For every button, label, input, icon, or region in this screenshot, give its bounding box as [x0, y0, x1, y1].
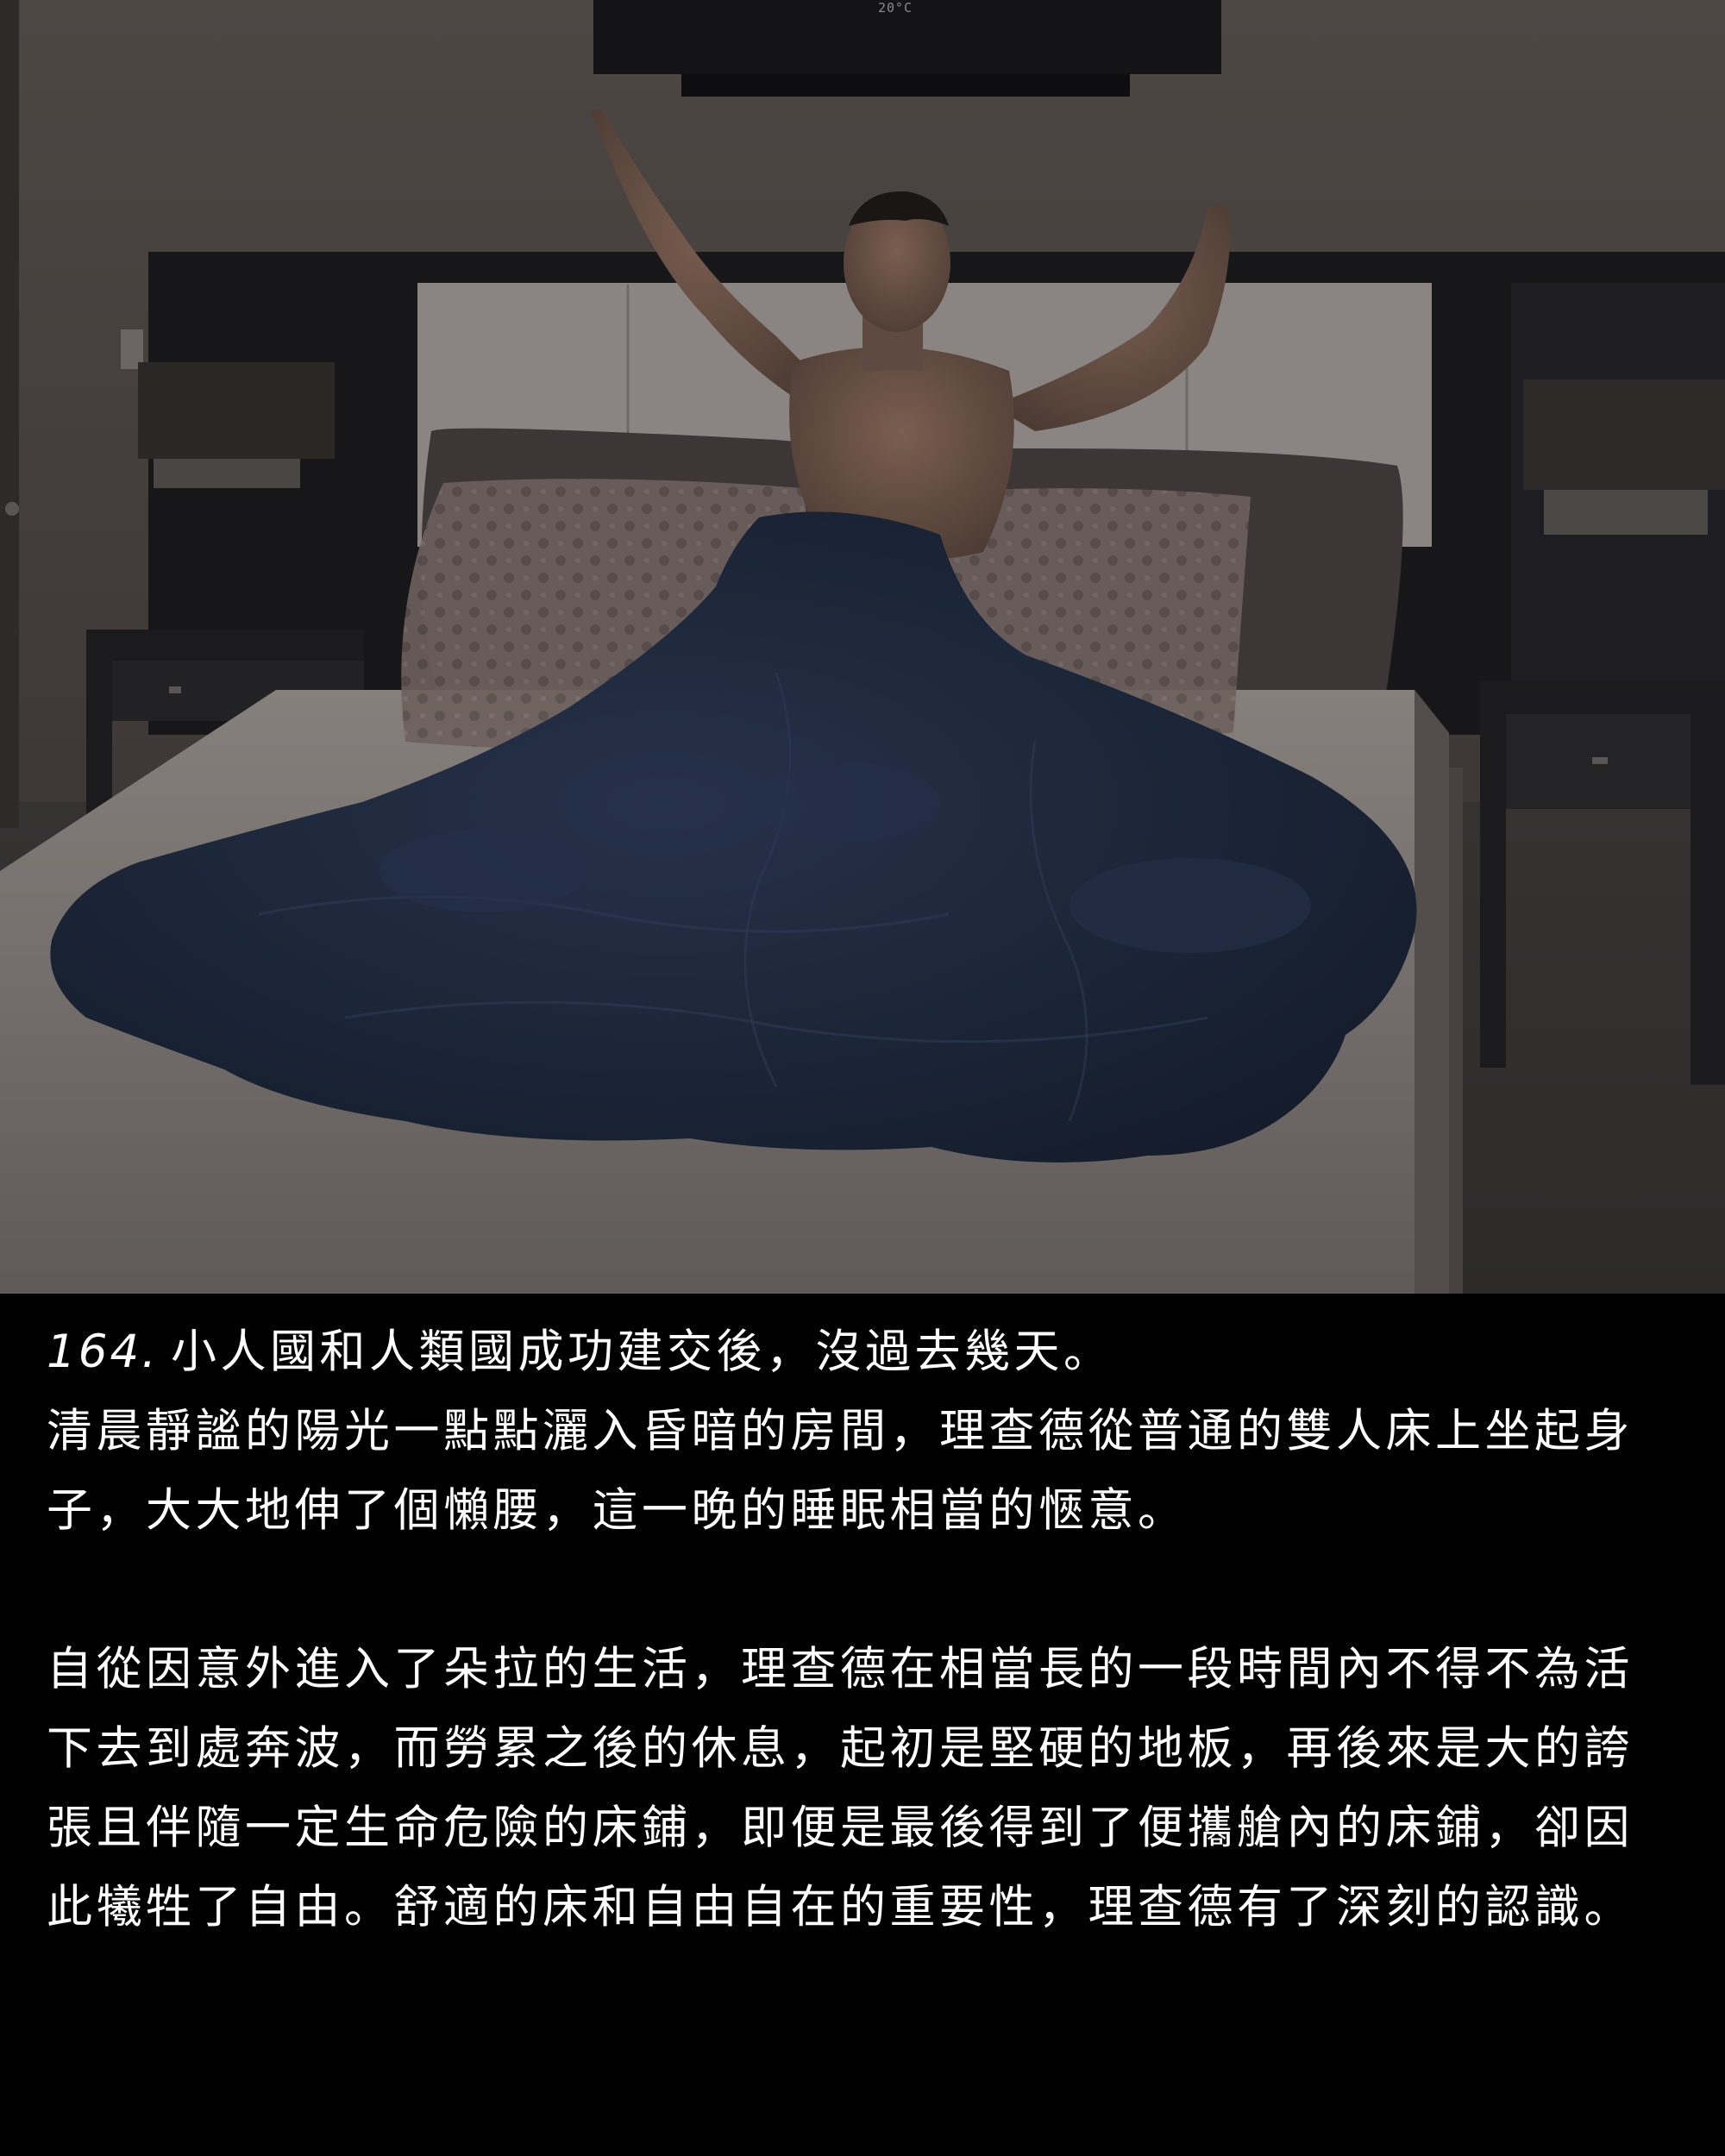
caption-paragraph-1: 清晨靜謐的陽光一點點灑入昏暗的房間，理查德從普通的雙人床上坐起身子，大大地伸了個…	[47, 1405, 1634, 1537]
episode-number: 164.	[47, 1326, 160, 1378]
caption-paragraph-2: 自從因意外進入了朵拉的生活，理查德在相當長的一段時間內不得不為活下去到處奔波，而…	[47, 1643, 1634, 1934]
door-knob	[5, 502, 19, 516]
door-frame	[0, 0, 19, 828]
ac-temperature-readout: 20°C	[877, 0, 913, 16]
caption-panel: 164. 小人國和人類國成功建交後，沒過去幾天。 清晨靜謐的陽光一點點灑入昏暗的房…	[0, 1294, 1725, 2156]
right-lamp-icon	[1523, 379, 1725, 535]
right-wall-edge	[1449, 768, 1463, 1294]
caption-intro-line: 164. 小人國和人類國成功建交後，沒過去幾天。	[47, 1313, 1680, 1392]
intro-text: 小人國和人類國成功建交後，沒過去幾天。	[171, 1326, 1113, 1378]
bedroom-illustration: 20°C	[0, 0, 1725, 1294]
bedroom-scene-drawing	[0, 0, 1725, 1294]
